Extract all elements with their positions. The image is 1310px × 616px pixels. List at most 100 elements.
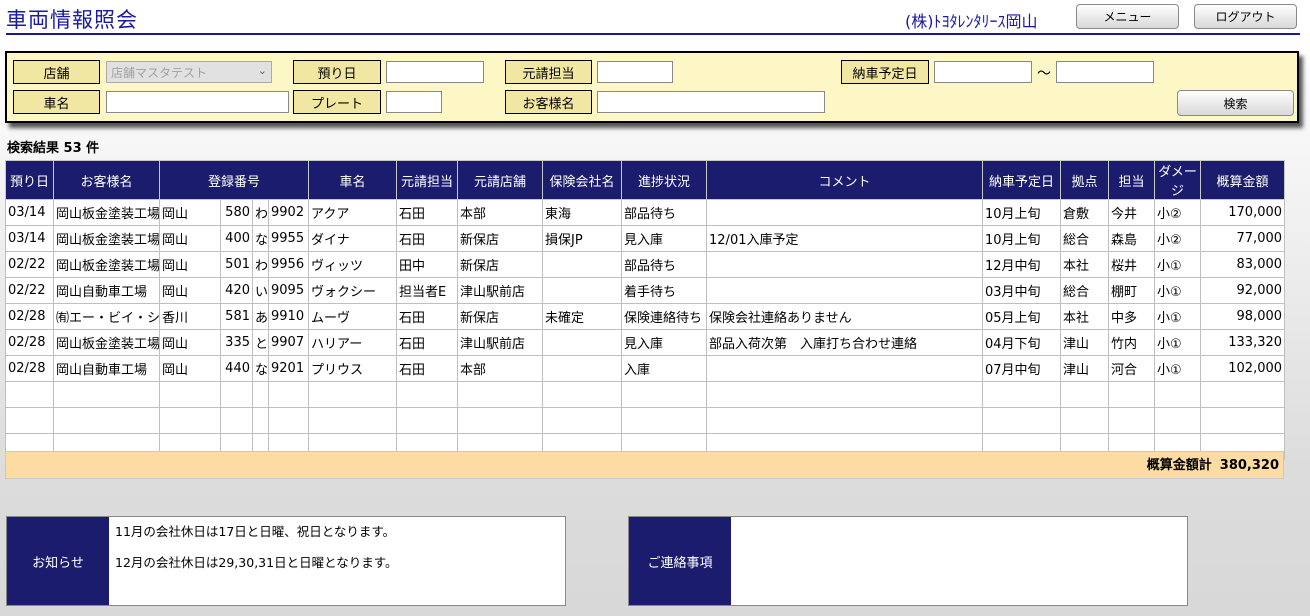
cell-date: 02/28 [5,355,54,382]
cell-amount: 92,000 [1200,277,1286,304]
col-header[interactable]: 預り日 [5,160,54,200]
car-name-input[interactable] [106,91,289,113]
cell-reg-num: 9910 [267,303,310,330]
cell-comment [706,407,984,434]
cell-progress: 部品待ち [621,199,708,226]
cell-reg-class [220,407,253,434]
cell-reg-num: 9907 [267,329,310,356]
col-header[interactable]: 登録番号 [158,160,310,200]
notice-line: 11月の会社休日は17日と日曜、祝日となります。 [115,524,396,539]
cell-base [1060,407,1110,434]
col-header[interactable]: 拠点 [1060,160,1110,200]
cell-delivery: 04月下旬 [982,329,1062,356]
cell-reg-num [267,381,310,408]
cell-staff: 石田 [396,225,459,252]
menu-button[interactable]: メニュー [1076,4,1179,29]
cell-reg-kana: な [252,225,269,252]
col-header[interactable]: 概算金額 [1200,160,1286,200]
cell-date: 02/28 [5,303,54,330]
cell-reg-kana: と [252,329,269,356]
cell-delivery [982,407,1062,434]
store-select[interactable]: 店舗マスタテスト ⌄ [106,61,272,83]
cell-date: 03/14 [5,225,54,252]
deposit-date-input[interactable] [386,61,484,83]
cell-customer: 岡山板金塗装工場 [53,199,160,226]
cell-customer: 岡山自動車工場 [53,355,160,382]
cell-base: 津山 [1060,355,1110,382]
delivery-date-label: 納車予定日 [841,60,929,84]
table-row[interactable]: 03/14 岡山板金塗装工場 岡山 400 な 9955 ダイナ 石田 新保店 損保JP 見入庫 12… [5,225,1286,252]
cell-staff: 石田 [396,303,459,330]
cell-car: ヴォクシー [308,277,398,304]
cell-base: 津山 [1060,329,1110,356]
cell-insurer [542,407,623,434]
cell-store: 新保店 [457,251,544,278]
contact-title: ご連絡事項 [629,517,731,605]
cell-amount: 170,000 [1200,199,1286,226]
table-row[interactable]: 02/28㈲エー・ビイ・シー香川581あ9910ムーヴ石田新保店未確定保険連絡待… [5,303,1286,330]
cell-date: 02/28 [5,329,54,356]
col-header[interactable]: 進捗状況 [621,160,708,200]
cell-reg-area: 岡山 [159,251,221,278]
cell-progress: 入庫 [621,355,708,382]
deposit-date-label: 預り日 [293,60,381,84]
customer-input[interactable] [597,91,825,113]
table-row[interactable]: 02/22 岡山板金塗装工場 岡山 501 わ 9956 ヴィッツ 田中 新保店 部品待ち 12月中… [5,251,1286,278]
range-separator: ～ [1037,66,1051,82]
search-panel: 店舗 店舗マスタテスト ⌄ 預り日 元請担当 納車予定日 ～ 車名 プレート お… [5,51,1299,123]
delivery-from-input[interactable] [934,61,1032,83]
orig-staff-label: 元請担当 [505,60,592,84]
col-header[interactable]: 担当 [1108,160,1156,200]
col-header[interactable]: お客様名 [53,160,160,200]
cell-car: プリウス [308,355,398,382]
table-row[interactable]: 02/22 岡山自動車工場 岡山 420 い 9095 ヴォクシー 担当者E 津山駅前店 着手待ち… [5,277,1286,304]
cell-amount: 83,000 [1200,251,1286,278]
cell-reg-class: 420 [220,277,253,304]
col-header[interactable]: 元請担当 [396,160,459,200]
cell-reg-area: 岡山 [159,225,221,252]
cell-staff [396,407,459,434]
contact-box: ご連絡事項 [628,516,1188,606]
table-row[interactable]: 02/28 岡山板金塗装工場 岡山 335 と 9907 ハリアー 石田 津山駅前店 見入庫 部品入… [5,329,1286,356]
header-divider [6,33,1300,35]
orig-staff-input[interactable] [597,61,673,83]
cell-person [1108,407,1156,434]
cell-insurer [542,251,623,278]
cell-comment [706,381,984,408]
col-header[interactable]: 車名 [308,160,398,200]
table-row[interactable] [5,407,1286,434]
cell-staff: 担当者E [396,277,459,304]
cell-car: ハリアー [308,329,398,356]
chevron-down-icon: ⌄ [257,64,267,77]
table-row[interactable]: 02/28 岡山自動車工場 岡山 440 な 9201 プリウス 石田 本部 入庫 07月中旬 津山河… [5,355,1286,382]
cell-staff: 石田 [396,329,459,356]
cell-store [457,407,544,434]
plate-input[interactable] [386,91,442,113]
search-button[interactable]: 検索 [1177,90,1294,116]
cell-person: 河合 [1108,355,1156,382]
col-header[interactable]: 元請店舗 [457,160,544,200]
col-header[interactable]: コメント [706,160,984,200]
cell-insurer [542,329,623,356]
col-header[interactable]: 納車予定日 [982,160,1062,200]
col-header[interactable]: 保険会社名 [542,160,623,200]
cell-comment [706,277,984,304]
cell-damage: 小① [1154,251,1202,278]
cell-amount: 133,320 [1200,329,1286,356]
cell-customer [53,407,160,434]
header: 車両情報照会 (株)ﾄﾖﾀﾚﾝﾀﾘｰｽ岡山 メニュー ログアウト [0,0,1310,36]
cell-store: 本部 [457,355,544,382]
cell-delivery: 03月中旬 [982,277,1062,304]
logout-button[interactable]: ログアウト [1194,4,1297,29]
cell-amount: 102,000 [1200,355,1286,382]
cell-reg-class [220,381,253,408]
cell-person: 森島 [1108,225,1156,252]
cell-reg-class: 335 [220,329,253,356]
col-header[interactable]: ダメージ [1154,160,1202,200]
table-row[interactable] [5,381,1286,408]
table-row[interactable]: 03/14 岡山板金塗装工場 岡山 580 わ 9902 アクア 石田 本部 東海 部品待ち 10月上… [5,199,1286,226]
cell-delivery: 05月上旬 [982,303,1062,330]
cell-store: 新保店 [457,303,544,330]
delivery-to-input[interactable] [1056,61,1154,83]
cell-delivery: 10月上旬 [982,225,1062,252]
